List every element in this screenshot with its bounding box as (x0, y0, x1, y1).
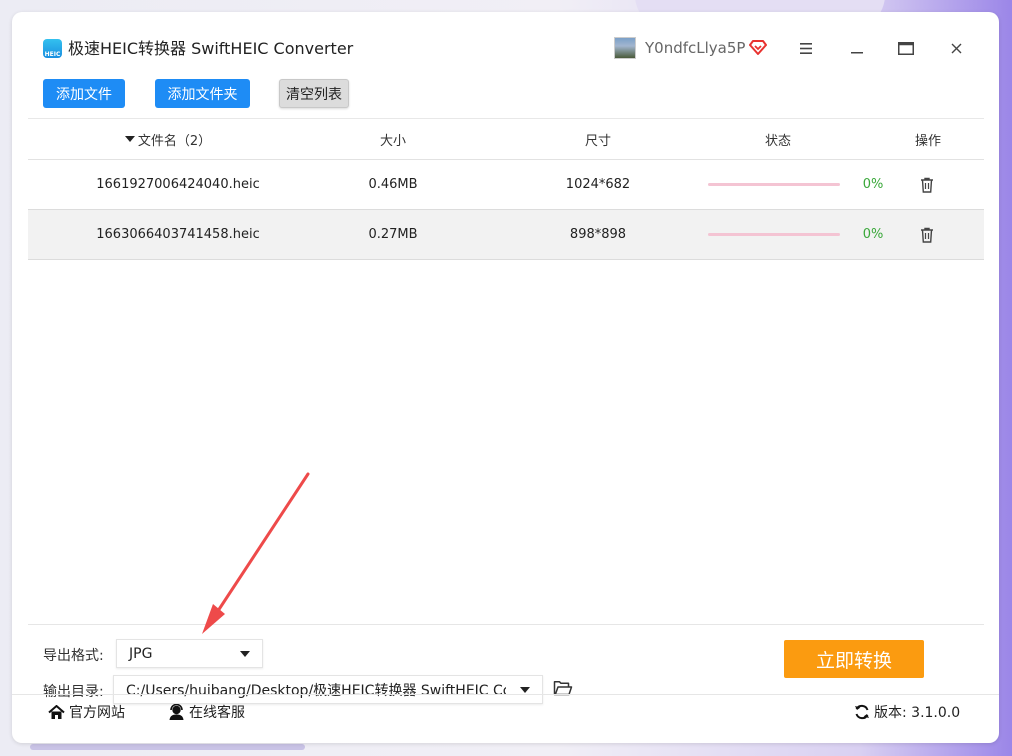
app-title: 极速HEIC转换器 SwiftHEIC Converter (68, 39, 354, 58)
app-window: HEIC 极速HEIC转换器 SwiftHEIC Converter Y0ndf… (12, 12, 999, 743)
column-header-actions: 操作 (914, 133, 941, 149)
clear-list-button[interactable]: 清空列表 (279, 79, 349, 108)
file-name: 1661927006424040.heic (96, 177, 260, 192)
customer-service-icon (169, 704, 184, 720)
footer: 官方网站 在线客服 版本: 3.1.0.0 (12, 694, 999, 743)
background-scrollbar (30, 744, 305, 750)
version-info[interactable]: 版本: 3.1.0.0 (854, 695, 960, 729)
file-dimensions: 1024*682 (565, 177, 631, 192)
version-label: 版本: 3.1.0.0 (874, 705, 961, 721)
column-header-dimensions: 尺寸 (584, 133, 611, 149)
delete-icon[interactable] (918, 176, 936, 194)
add-folder-button[interactable]: 添加文件夹 (155, 79, 250, 108)
progress-percent: 0% (862, 227, 884, 242)
home-icon (48, 704, 65, 719)
username[interactable]: Y0ndfcLlya5P (645, 39, 745, 57)
format-select-value: JPG (129, 645, 153, 662)
sort-down-icon (124, 136, 135, 142)
add-file-button[interactable]: 添加文件 (43, 79, 125, 108)
chevron-down-icon (240, 651, 250, 657)
format-select[interactable]: JPG (116, 639, 263, 668)
menu-icon[interactable] (794, 36, 818, 60)
app-logo-icon: HEIC (43, 39, 62, 58)
column-header-name[interactable]: 文件名（2） (108, 119, 228, 159)
column-header-size: 大小 (379, 133, 406, 149)
file-dimensions: 898*898 (569, 227, 627, 242)
vip-diamond-icon[interactable] (749, 38, 767, 56)
support-label: 在线客服 (189, 705, 245, 721)
app-logo-text: HEIC (44, 51, 61, 58)
file-name: 1663066403741458.heic (96, 227, 260, 242)
file-size: 0.46MB (368, 177, 418, 192)
file-table: 文件名（2） 大小 尺寸 状态 操作 1661927006424040.heic… (28, 118, 984, 625)
minimize-icon[interactable] (845, 36, 869, 60)
website-label: 官方网站 (69, 705, 125, 721)
progress-percent: 0% (862, 177, 884, 192)
close-icon[interactable] (944, 36, 968, 60)
maximize-icon[interactable] (894, 36, 918, 60)
column-header-status: 状态 (764, 133, 791, 149)
format-label: 导出格式: (43, 648, 104, 664)
title-bar: HEIC 极速HEIC转换器 SwiftHEIC Converter Y0ndf… (12, 12, 999, 60)
table-row[interactable]: 1663066403741458.heic 0.27MB 898*898 0% (28, 210, 984, 260)
file-size: 0.27MB (368, 227, 418, 242)
progress-bar (708, 183, 840, 186)
table-row[interactable]: 1661927006424040.heic 0.46MB 1024*682 0% (28, 160, 984, 210)
support-link[interactable]: 在线客服 (168, 695, 245, 729)
delete-icon[interactable] (918, 226, 936, 244)
chevron-down-icon (520, 687, 530, 693)
website-link[interactable]: 官方网站 (48, 695, 125, 729)
avatar[interactable] (614, 37, 636, 59)
table-header: 文件名（2） 大小 尺寸 状态 操作 (28, 119, 984, 160)
convert-now-button[interactable]: 立即转换 (784, 640, 924, 678)
column-header-name-label: 文件名（2） (137, 133, 212, 149)
refresh-icon (855, 704, 869, 720)
progress-bar (708, 233, 840, 236)
